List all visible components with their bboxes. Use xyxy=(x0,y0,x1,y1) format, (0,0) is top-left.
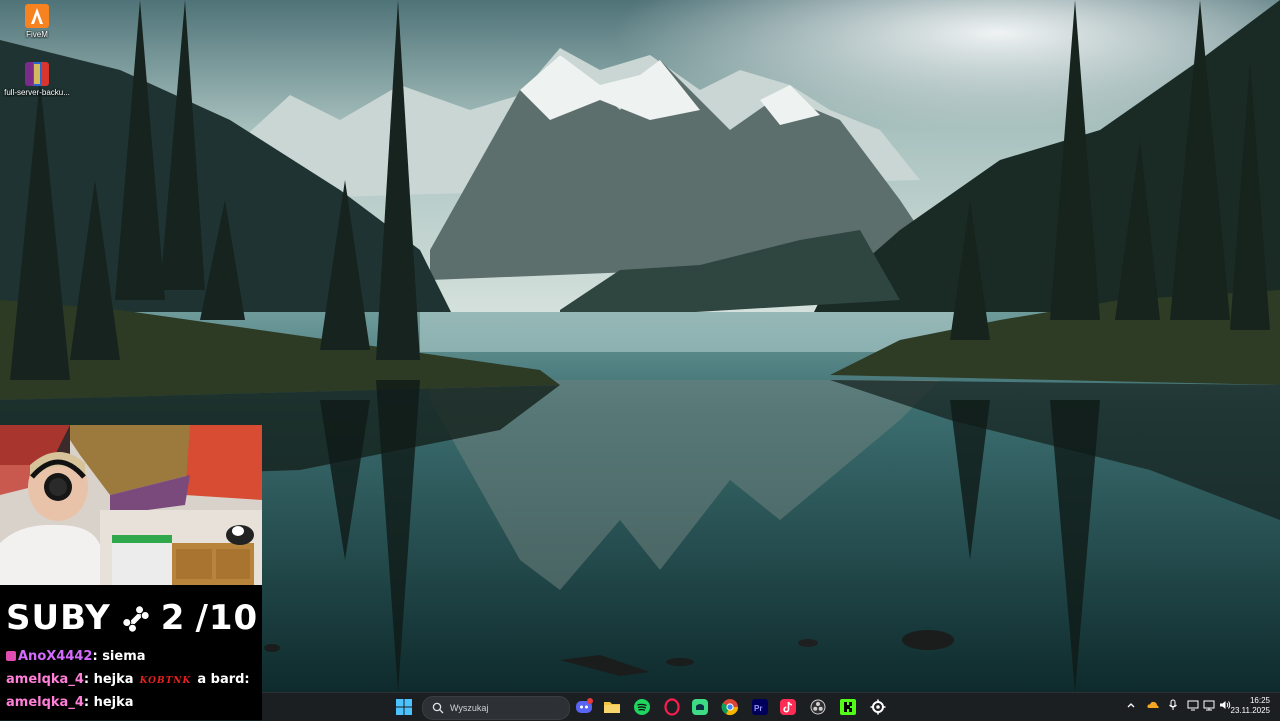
sub-goal-target: 10 xyxy=(208,598,259,638)
taskbar: Wyszukaj Pr 16:25 23.11.2025 xyxy=(262,692,1280,721)
steelseries-icon xyxy=(870,699,886,715)
discord-icon xyxy=(576,698,593,713)
windows-logo-icon xyxy=(396,699,412,715)
taskbar-app-steelseries[interactable] xyxy=(868,697,888,717)
chat-username: amelqka_4 xyxy=(6,695,84,710)
search-icon xyxy=(432,702,444,714)
taskbar-app-premiere-pro[interactable]: Pr xyxy=(750,697,770,717)
desktop-file-label: full-server-backu... xyxy=(4,88,70,97)
clock-date: 23.11.2025 xyxy=(1230,706,1270,715)
chrome-icon xyxy=(721,699,739,716)
bone-icon xyxy=(121,603,151,633)
start-button[interactable] xyxy=(394,697,414,717)
chat-message: amelqka_4: hejka KOBTNK a bard: xyxy=(6,672,250,687)
chat-text-suffix: a bard: xyxy=(197,672,250,687)
taskbar-app-spotify[interactable] xyxy=(632,697,652,717)
tray-microphone-icon[interactable] xyxy=(1166,698,1180,712)
tray-onedrive-icon[interactable] xyxy=(1146,698,1160,712)
sub-goal-current: 2 xyxy=(160,598,186,638)
webcam-feed xyxy=(0,425,262,585)
opera-gx-icon xyxy=(664,698,680,716)
desktop-file-server-backup[interactable]: full-server-backu... xyxy=(0,62,74,97)
taskbar-app-discord[interactable] xyxy=(574,697,594,717)
fivem-icon xyxy=(25,4,49,28)
clock-time: 16:25 xyxy=(1249,696,1270,705)
tray-overflow-chevron-icon[interactable] xyxy=(1124,698,1138,712)
chat-badge-icon xyxy=(6,651,16,661)
chat-username: amelqka_4 xyxy=(6,672,84,687)
premiere-pro-icon: Pr xyxy=(752,699,768,715)
chat-text: siema xyxy=(102,649,146,664)
sub-goal-prefix: SUBY xyxy=(6,598,111,638)
chat-emote: KOBTNK xyxy=(139,676,192,686)
taskbar-app-android-studio[interactable] xyxy=(690,697,710,717)
chat-message: amelqka_4: hejka xyxy=(6,695,134,710)
desktop-shortcut-fivem[interactable]: FiveM xyxy=(0,4,74,39)
svg-text:Pr: Pr xyxy=(754,704,762,713)
chat-message: AnoX4442: siema xyxy=(6,649,146,664)
taskbar-app-kick[interactable] xyxy=(838,697,858,717)
chat-text: hejka xyxy=(93,695,134,710)
taskbar-app-tiktok[interactable] xyxy=(778,697,798,717)
winrar-archive-icon xyxy=(25,62,49,86)
taskbar-app-obs[interactable] xyxy=(808,697,828,717)
taskbar-app-file-explorer[interactable] xyxy=(602,697,622,717)
sub-goal-counter: SUBY 2 / 10 xyxy=(6,596,258,640)
folder-icon xyxy=(604,702,620,713)
kick-icon xyxy=(840,699,856,715)
desktop-shortcut-label: FiveM xyxy=(26,30,48,39)
sub-goal-separator: / xyxy=(195,598,209,638)
chat-username: AnoX4442 xyxy=(18,649,93,664)
taskbar-app-opera-gx[interactable] xyxy=(662,697,682,717)
obs-icon xyxy=(810,699,826,715)
tray-network-icon[interactable] xyxy=(1202,698,1216,712)
tiktok-icon xyxy=(780,699,796,715)
taskbar-search-box[interactable]: Wyszukaj xyxy=(422,696,570,720)
search-placeholder: Wyszukaj xyxy=(450,703,489,713)
chat-text: hejka xyxy=(93,672,134,687)
tray-cast-icon[interactable] xyxy=(1186,698,1200,712)
taskbar-clock[interactable]: 16:25 23.11.2025 xyxy=(1231,696,1270,716)
android-studio-icon xyxy=(692,699,708,715)
taskbar-app-chrome[interactable] xyxy=(720,697,740,717)
spotify-icon xyxy=(634,699,650,715)
